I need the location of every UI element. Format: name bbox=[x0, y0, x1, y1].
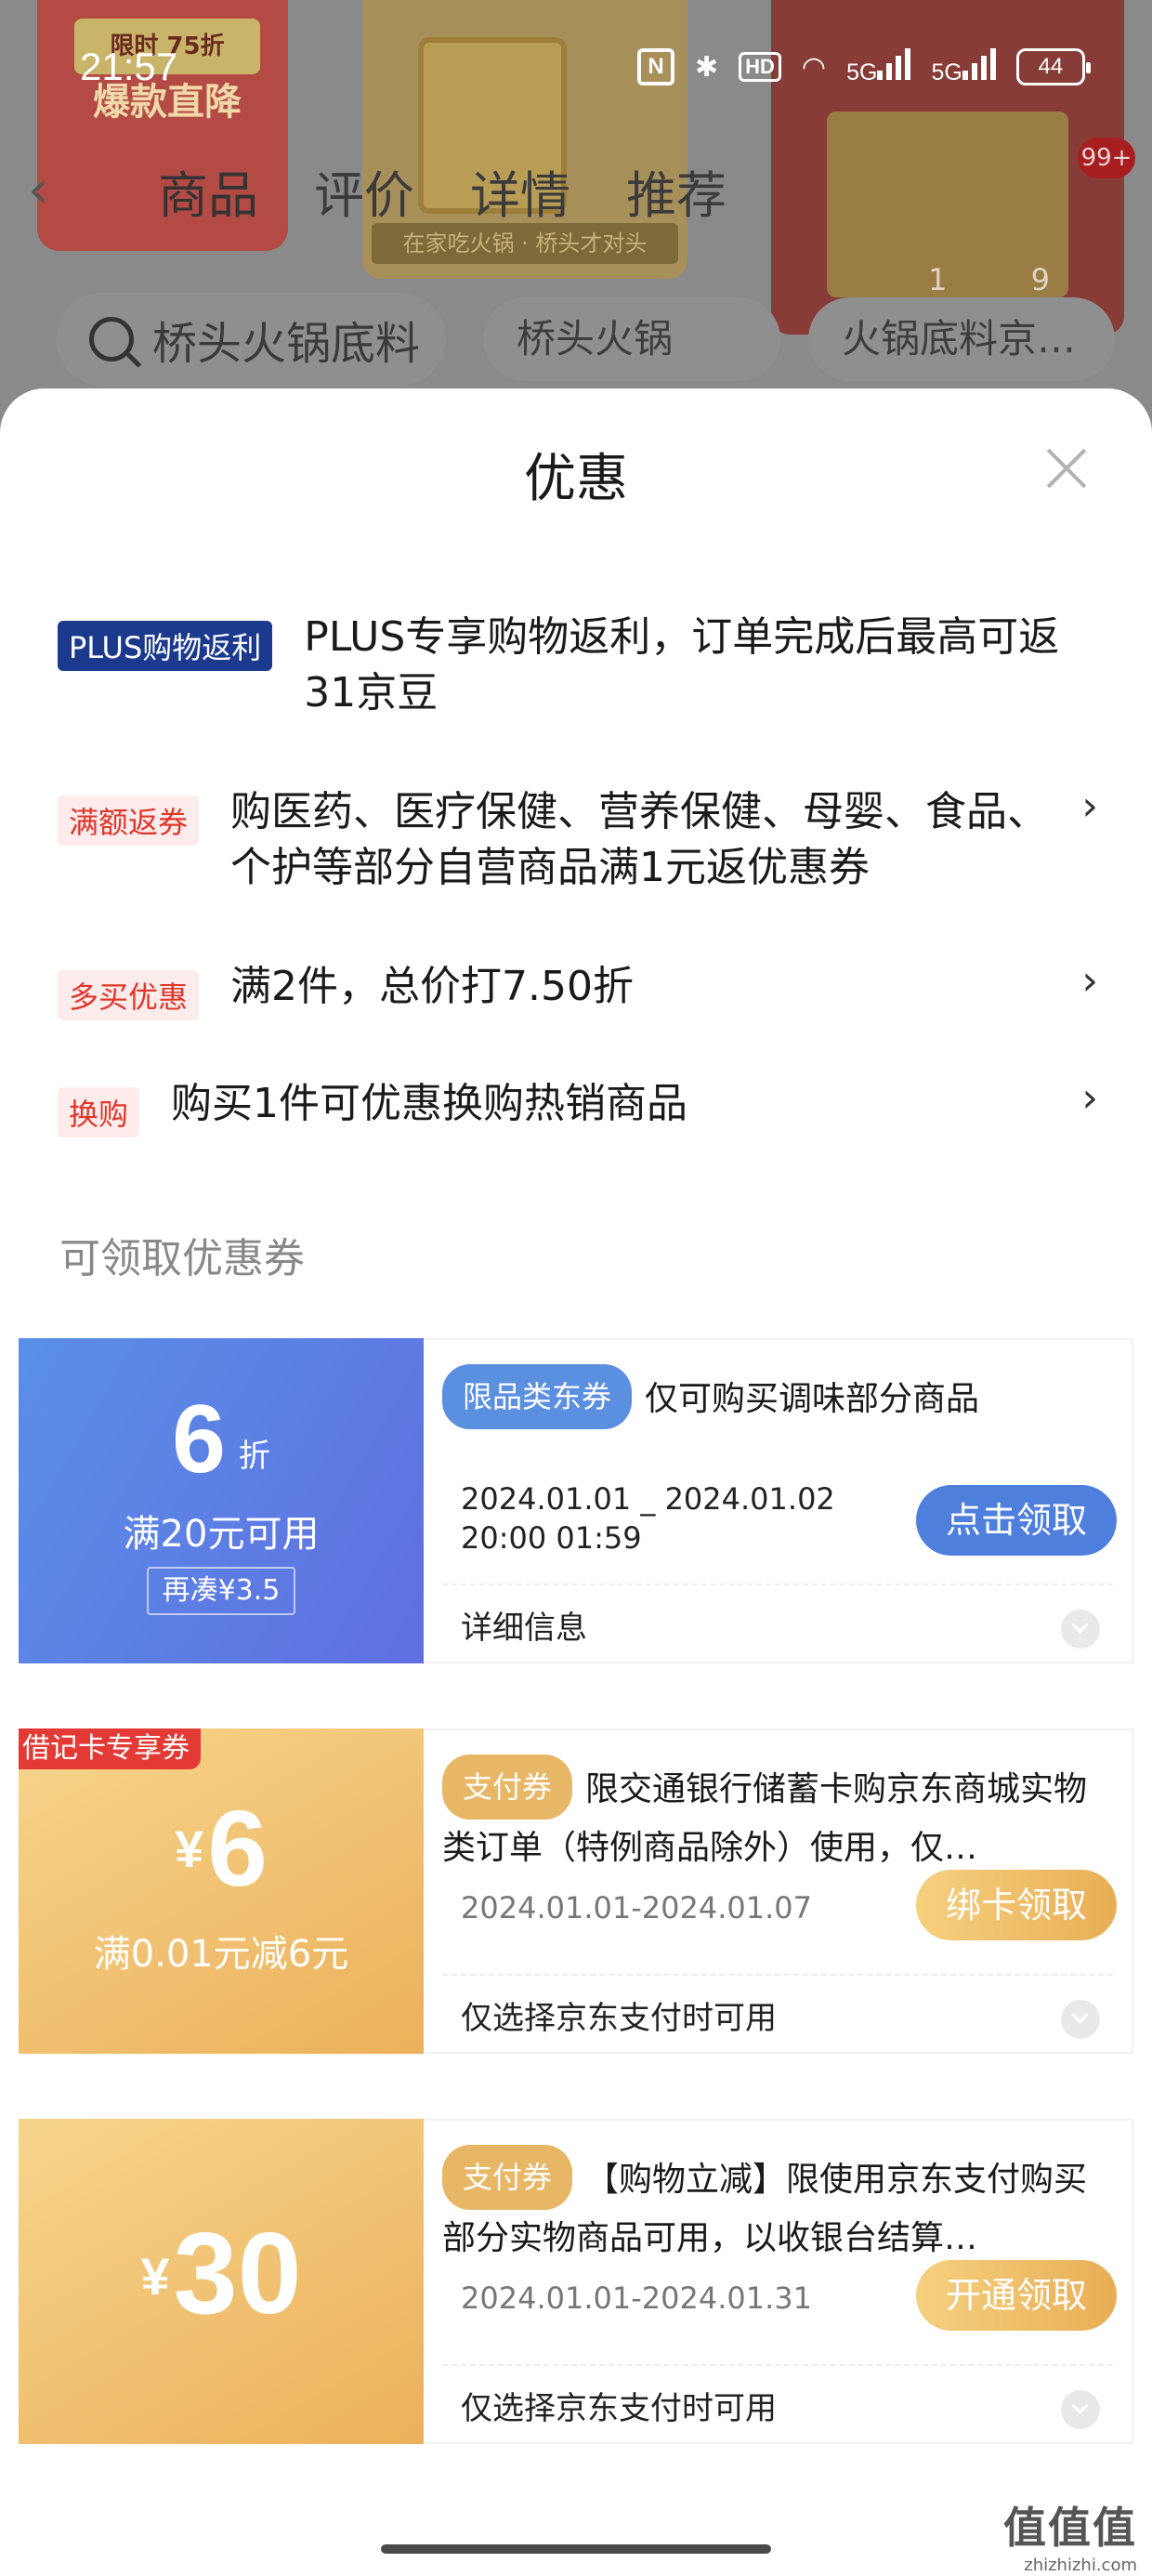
promo-tag: 多买优惠 bbox=[58, 970, 200, 1020]
watermark-logo: 值值值 bbox=[1003, 2503, 1137, 2553]
promo-tag: PLUS购物返利 bbox=[58, 621, 273, 671]
promo-text: 购买1件可优惠换购热销商品 bbox=[171, 1080, 688, 1127]
coupon-footer-note: 仅选择京东支付时可用 bbox=[461, 2390, 777, 2427]
promo-row-return-coupon[interactable]: 满额返券 购医药、医疗保健、营养保健、母婴、食品、个护等部分自营商品满1元返优惠… bbox=[58, 782, 1098, 896]
coupon-value-panel: ¥30 bbox=[19, 2119, 424, 2444]
promo-row-multi-buy[interactable]: 多买优惠 满2件，总价打7.50折 › bbox=[58, 957, 1098, 1020]
coupon-value-panel: 6折 满20元可用 再凑¥3.5 bbox=[19, 1338, 424, 1663]
coupon-card: 6折 满20元可用 再凑¥3.5 限品类东券 仅可购买调味部分商品 2024.01… bbox=[19, 1338, 1133, 1663]
coupon-type-tag: 支付券 bbox=[442, 2145, 573, 2210]
debit-card-badge: 借记卡专享券 bbox=[19, 1728, 201, 1769]
chevron-down-icon[interactable] bbox=[1061, 2390, 1100, 2429]
image-pager: 1 9 bbox=[928, 262, 1087, 297]
status-icons: N ✱ HD ◠ 5G 5G 44 bbox=[637, 46, 1091, 87]
coupons-section-label: 可领取优惠券 bbox=[59, 1235, 305, 1282]
nfc-icon: N bbox=[637, 48, 674, 85]
chevron-down-icon[interactable] bbox=[1061, 2000, 1100, 2039]
coupon-validity: 2024.01.01-2024.01.07 bbox=[461, 1890, 812, 1925]
coupon-info-panel: 支付券 【购物立减】限使用京东支付购买部分实物商品可用，以收银台结算… 2024.… bbox=[424, 2119, 1133, 2444]
search-placeholder: 桥头火锅底料 bbox=[152, 318, 421, 370]
hd-icon: HD bbox=[739, 52, 781, 82]
product-tabs: 商品 评价 详情 推荐 bbox=[46, 153, 753, 228]
tab-goods[interactable]: 商品 bbox=[158, 154, 258, 228]
watermark-url: zhizhizhi.com bbox=[1024, 2556, 1137, 2575]
chevron-right-icon: › bbox=[1081, 1074, 1098, 1122]
coupon-validity: 2024.01.01 _ 2024.01.02 20:00 01:59 bbox=[461, 1481, 835, 1556]
coupon-footer-note: 仅选择京东支付时可用 bbox=[461, 2000, 777, 2037]
coupon-condition: 满20元可用 bbox=[123, 1513, 320, 1556]
coupon-details-link[interactable]: 详细信息 bbox=[461, 1602, 587, 1648]
coupon-type-tag: 支付券 bbox=[442, 1755, 573, 1820]
coupon-divider bbox=[442, 1584, 1113, 1585]
claim-coupon-button[interactable]: 点击领取 bbox=[916, 1485, 1117, 1556]
coupon-extra-needed: 再凑¥3.5 bbox=[147, 1567, 295, 1615]
coupon-card: ¥30 支付券 【购物立减】限使用京东支付购买部分实物商品可用，以收银台结算… 2… bbox=[19, 2119, 1133, 2444]
chevron-down-icon[interactable] bbox=[1061, 1610, 1100, 1649]
search-suggestion-chip[interactable]: 火锅底料京… bbox=[808, 297, 1115, 381]
battery-icon: 44 bbox=[1015, 48, 1091, 85]
bluetooth-icon: ✱ bbox=[695, 51, 719, 83]
status-bar: 21:57 N ✱ HD ◠ 5G 5G 44 bbox=[0, 0, 1152, 139]
coupon-info-panel: 支付券 限交通银行储蓄卡购京东商城实物类订单（特例商品除外）使用，仅… 2024.… bbox=[424, 1728, 1133, 2054]
coupon-condition: 满0.01元减6元 bbox=[93, 1933, 349, 1976]
close-icon[interactable] bbox=[1046, 448, 1087, 489]
coupon-type-tag: 限品类东券 bbox=[442, 1364, 633, 1429]
chevron-right-icon: › bbox=[1081, 957, 1098, 1005]
coupon-card: 借记卡专享券 ¥6 满0.01元减6元 支付券 限交通银行储蓄卡购京东商城实物类订… bbox=[19, 1728, 1133, 2054]
promo-text: 满2件，总价打7.50折 bbox=[230, 963, 634, 1010]
promo-row-plus: PLUS购物返利 PLUS专享购物返利，订单完成后最高可返31京豆 bbox=[58, 610, 1098, 721]
coupon-value: ¥30 bbox=[140, 2210, 302, 2338]
search-suggestion-chip[interactable]: 桥头火锅底… bbox=[483, 297, 780, 445]
coupon-value: 6折 bbox=[172, 1386, 270, 1493]
coupon-value: ¥6 bbox=[175, 1788, 268, 1909]
chevron-right-icon: › bbox=[1081, 782, 1098, 830]
watermark: 值值值 zhizhizhi.com bbox=[1003, 2494, 1137, 2575]
coupon-divider bbox=[442, 2364, 1113, 2366]
coupon-info-panel: 限品类东券 仅可购买调味部分商品 2024.01.01 _ 2024.01.02 … bbox=[424, 1338, 1133, 1663]
signal-5g-icon: 5G bbox=[846, 46, 911, 87]
promo-tag: 换购 bbox=[58, 1087, 140, 1137]
coupon-validity: 2024.01.01-2024.01.31 bbox=[461, 2280, 812, 2316]
home-indicator[interactable] bbox=[381, 2544, 771, 2554]
tab-reviews[interactable]: 评价 bbox=[314, 154, 414, 228]
promo-text: PLUS专享购物返利，订单完成后最高可返31京豆 bbox=[304, 613, 1060, 716]
activate-claim-button[interactable]: 开通领取 bbox=[916, 2260, 1117, 2331]
search-bar[interactable]: 桥头火锅底料 bbox=[56, 293, 446, 386]
coupon-divider bbox=[442, 1974, 1113, 1976]
coupon-value-panel: 借记卡专享券 ¥6 满0.01元减6元 bbox=[19, 1728, 424, 2054]
coupon-header: 支付券 限交通银行储蓄卡购京东商城实物类订单（特例商品除外）使用，仅… bbox=[442, 1755, 1113, 1877]
search-icon bbox=[89, 317, 134, 361]
signal-5g-icon: 5G bbox=[931, 46, 996, 87]
coupon-header: 限品类东券 仅可购买调味部分商品 bbox=[442, 1364, 1113, 1429]
promo-row-exchange[interactable]: 换购 购买1件可优惠换购热销商品 › bbox=[58, 1074, 1098, 1137]
coupon-description: 仅可购买调味部分商品 bbox=[645, 1380, 980, 1418]
discount-sheet: 优惠 PLUS购物返利 PLUS专享购物返利，订单完成后最高可返31京豆 满额返… bbox=[0, 388, 1152, 2524]
wifi-icon: ◠ bbox=[801, 51, 827, 83]
status-time: 21:57 bbox=[80, 45, 178, 88]
cart-badge: 99+ bbox=[1078, 138, 1135, 178]
tab-details[interactable]: 详情 bbox=[470, 154, 570, 228]
promo-tag: 满额返券 bbox=[58, 795, 200, 846]
product-caption: 在家吃火锅 · 桥头才对头 bbox=[372, 223, 678, 264]
coupon-header: 支付券 【购物立减】限使用京东支付购买部分实物商品可用，以收银台结算… bbox=[442, 2145, 1113, 2267]
promo-text: 购医药、医疗保健、营养保健、母婴、食品、个护等部分自营商品满1元返优惠券 bbox=[230, 788, 1049, 891]
tab-recommend[interactable]: 推荐 bbox=[626, 154, 727, 228]
sheet-title: 优惠 bbox=[524, 449, 628, 509]
bind-card-claim-button[interactable]: 绑卡领取 bbox=[916, 1870, 1117, 1940]
